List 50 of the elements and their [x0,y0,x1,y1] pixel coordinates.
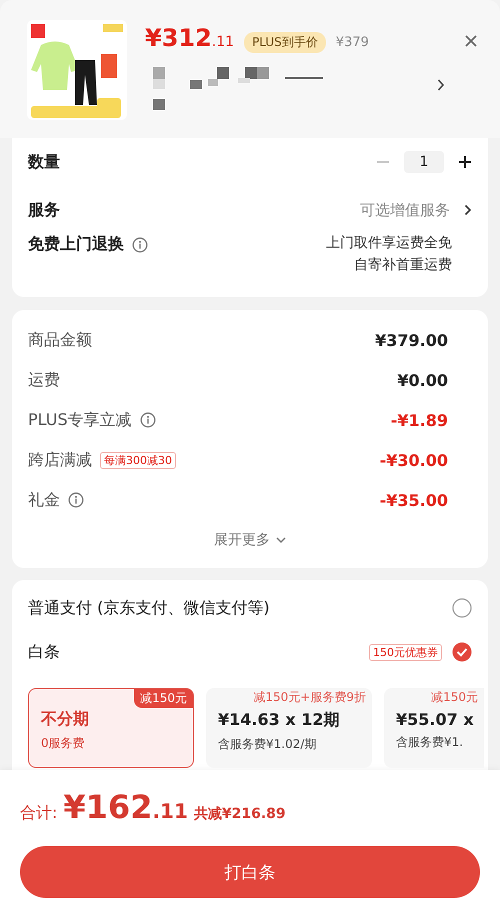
plan-fee: 0服务费 [41,735,86,752]
fee-amount: ¥0.00 [397,370,448,390]
price-tag: PLUS到手价 [244,32,326,53]
info-icon[interactable] [140,412,156,428]
plan-title: 不分期 [41,709,90,730]
original-price: ¥379 [336,35,369,50]
installment-option[interactable]: 减150元 ¥55.07 x 含服务费¥1. [384,688,484,768]
fee-label: 商品金额 [28,330,92,350]
info-icon[interactable] [68,492,84,508]
service-label: 服务 [28,200,60,220]
total-label: 合计: [20,803,58,824]
fee-amount: -¥1.89 [390,410,448,430]
fee-label: 运费 [28,370,60,390]
fee-amount: ¥379.00 [375,330,448,350]
returns-note: 自寄补首重运费 [354,256,452,274]
plus-button[interactable] [458,155,472,169]
payment-method: 普通支付 (京东支付、微信支付等) [28,598,270,618]
plan-fee: 含服务费¥1.02/期 [218,736,318,753]
returns-note: 上门取件享运费全免 [326,234,452,252]
promo-tag: 每满300减30 [100,452,176,468]
returns-label: 免费上门退换 [28,234,124,255]
total-savings: 共减¥216.89 [194,805,286,823]
radio-button[interactable] [452,598,472,618]
plan-fee: 含服务费¥1. [396,734,464,751]
plan-title: ¥55.07 x [396,710,475,729]
radio-button[interactable] [452,642,472,662]
chevron-down-icon [276,537,286,543]
discount-label: 减150元 [430,689,479,706]
discount-badge: 减150元 [134,689,193,708]
quantity-label: 数量 [28,152,60,172]
fee-label: PLUS专享立减 [28,410,132,430]
fee-label: 礼金 [28,490,60,510]
plan-title: ¥14.63 x 12期 [218,710,340,731]
info-icon[interactable] [132,236,148,252]
coupon-tag: 150元优惠券 [369,644,442,660]
payment-method: 白条 [28,642,60,662]
installment-option[interactable]: 减150元 不分期 0服务费 [28,688,194,768]
price: ¥312.11 [145,24,234,52]
chevron-right-icon[interactable] [464,204,472,216]
expand-more-link[interactable]: 展开更多 [28,520,472,560]
fee-label: 跨店满减 [28,450,92,470]
pay-button[interactable]: 打白条 [20,846,480,898]
fee-amount: -¥35.00 [380,490,448,510]
installment-option[interactable]: 减150元+服务费9折 ¥14.63 x 12期 含服务费¥1.02/期 [206,688,372,768]
chevron-right-icon[interactable] [437,78,445,92]
fee-amount: -¥30.00 [380,450,448,470]
discount-label: 减150元+服务费9折 [252,689,367,706]
quantity-field[interactable]: 1 [404,151,444,173]
service-option[interactable]: 可选增值服务 [360,200,450,220]
total-price: ¥162.11 [63,788,188,826]
